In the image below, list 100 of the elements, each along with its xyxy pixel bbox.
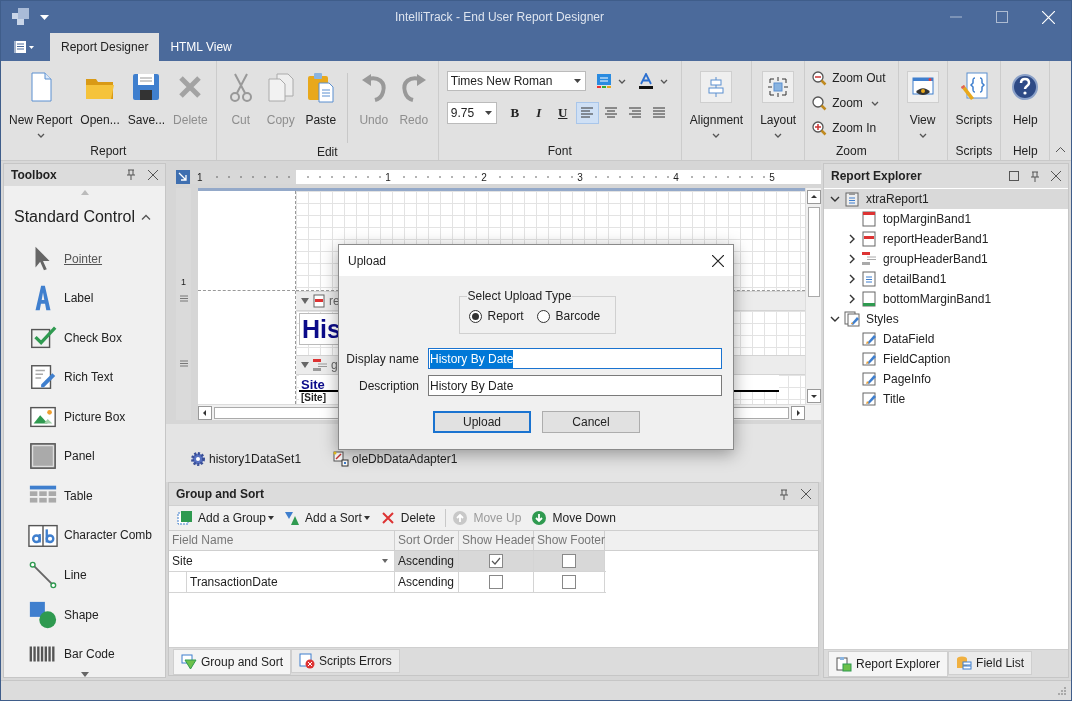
ribbon-button[interactable]: New Report	[5, 71, 77, 138]
toolbar-button[interactable]: Delete	[379, 509, 436, 527]
tree-item[interactable]: xtraReport1	[824, 189, 1068, 209]
toolbox-item[interactable]: Character Comb	[4, 515, 165, 556]
toolbox-item[interactable]: Shape	[4, 594, 165, 635]
tree-item[interactable]: detailBand1	[824, 269, 1068, 289]
data-field-label: [Site]	[299, 392, 339, 404]
add-group-icon	[177, 510, 193, 526]
report-icon	[844, 191, 860, 207]
tree-item[interactable]: PageInfo	[824, 369, 1068, 389]
ribbon-tab[interactable]: HTML View	[159, 33, 243, 61]
tree-item[interactable]: Styles	[824, 309, 1068, 329]
format-button[interactable]: U	[550, 102, 575, 124]
field-label: Display name	[345, 350, 419, 368]
toolbar-button[interactable]: Move Down	[531, 509, 616, 527]
panel-tab[interactable]: Report Explorer	[828, 651, 949, 677]
caret-icon	[484, 111, 492, 115]
ribbon-button[interactable]: Zoom In	[809, 117, 888, 139]
toolbar-button[interactable]: Add a Group	[177, 509, 275, 527]
text-field[interactable]: History By Date	[428, 348, 722, 369]
tree-item[interactable]: DataField	[824, 329, 1068, 349]
table-row[interactable]: Site Ascending	[169, 551, 606, 572]
radio-option[interactable]: Barcode	[536, 307, 601, 325]
toolbox-item[interactable]: Pointer	[4, 238, 165, 279]
dialog-button[interactable]: Cancel	[542, 411, 640, 433]
band-handle-icon	[179, 359, 188, 367]
tray-component[interactable]: history1DataSet1	[190, 450, 302, 468]
toolbox-item[interactable]: Bar Code	[4, 634, 165, 674]
radio-button[interactable]	[536, 309, 550, 323]
column-header: Sort Order	[395, 531, 459, 550]
radio-button[interactable]	[468, 309, 482, 323]
tree-item[interactable]: topMarginBand1	[824, 209, 1068, 229]
close-icon	[148, 169, 158, 180]
tree-item[interactable]: reportHeaderBand1	[824, 229, 1068, 249]
tree-item[interactable]: FieldCaption	[824, 349, 1068, 369]
report-header-band-icon	[313, 294, 325, 308]
tree-item[interactable]: bottomMarginBand1	[824, 289, 1068, 309]
band-label: g	[331, 357, 338, 374]
eye-window-icon	[906, 71, 939, 103]
table-row[interactable]: TransactionDate Ascending	[169, 572, 606, 593]
toolbar-button[interactable]: Add a Sort	[284, 509, 370, 527]
ribbon-button[interactable]: Help	[1005, 71, 1046, 129]
ribbon-button[interactable]: Open...	[76, 71, 124, 129]
column-header: Show Header	[459, 531, 534, 550]
ribbon-button[interactable]: Save...	[123, 71, 170, 129]
font-name-dropdown[interactable]: Times New Roman	[446, 71, 586, 91]
field-label: Description	[357, 377, 419, 395]
caret-icon	[617, 78, 626, 84]
ribbon-button[interactable]: View	[902, 71, 943, 138]
band-handle-icon	[179, 294, 188, 302]
ribbon-button[interactable]: Alignment	[685, 71, 748, 138]
float-icon	[1009, 171, 1019, 181]
panel-tab[interactable]: Field List	[948, 651, 1033, 675]
dialog-button[interactable]: Upload	[433, 411, 531, 433]
field-dropdown[interactable]: Site	[172, 552, 391, 570]
align-justify-icon	[651, 105, 668, 121]
ribbon-tab[interactable]: Report Designer	[50, 33, 160, 61]
clipboard-icon	[836, 656, 852, 672]
close-icon	[1051, 171, 1061, 181]
toolbox-item[interactable]: Picture Box	[4, 397, 165, 437]
group-label: Help	[1012, 144, 1038, 158]
toolbox-item[interactable]: Table	[4, 476, 165, 516]
tree-item[interactable]: Title	[824, 389, 1068, 409]
ribbon-button[interactable]: Paste	[300, 71, 341, 129]
caret-icon	[29, 45, 34, 49]
toolbox-item[interactable]: Line	[4, 555, 165, 595]
checkbox[interactable]	[489, 575, 503, 589]
checkbox[interactable]	[562, 554, 576, 568]
panel-title: Toolbox	[11, 166, 58, 184]
toolbox-item[interactable]: Label	[4, 278, 165, 318]
highlight-color-icon	[595, 73, 612, 89]
align-button[interactable]	[575, 102, 599, 124]
ribbon-button[interactable]: Layout	[756, 71, 801, 138]
format-button[interactable]: B	[502, 102, 527, 124]
toolbox-item[interactable]: Panel	[4, 436, 165, 477]
format-button[interactable]: I	[526, 102, 551, 124]
toolbox-item[interactable]: Rich Text	[4, 357, 165, 397]
tray-component[interactable]: oleDbDataAdapter1	[333, 450, 458, 468]
ribbon-button[interactable]: Zoom Out	[809, 67, 888, 89]
text-field[interactable]: History By Date	[428, 375, 722, 396]
checkbox[interactable]	[489, 554, 503, 568]
panel-tab[interactable]: Group and Sort	[173, 649, 292, 675]
font-size-dropdown[interactable]: 9.75	[446, 102, 497, 124]
ribbon-button[interactable]: Zoom	[809, 92, 888, 114]
group-label: Edit	[316, 145, 338, 159]
down-arrow-circle-icon	[531, 510, 548, 526]
scrollbar-thumb[interactable]	[807, 207, 820, 297]
script-error-icon	[299, 653, 316, 669]
expand-arrow-icon	[301, 362, 309, 368]
tree-item[interactable]: groupHeaderBand1	[824, 249, 1068, 269]
vertical-scrollbar[interactable]	[805, 188, 821, 404]
font-color-icon	[637, 73, 654, 89]
ribbon-button[interactable]: Scripts	[951, 71, 997, 129]
align-left-icon	[579, 105, 596, 121]
checkbox[interactable]	[562, 575, 576, 589]
ruler-label: 2	[480, 170, 488, 185]
caret-icon	[573, 79, 581, 83]
align-center-icon	[603, 105, 620, 121]
toolbox-item[interactable]: Check Box	[4, 317, 165, 358]
panel-tab[interactable]: Scripts Errors	[291, 649, 400, 673]
